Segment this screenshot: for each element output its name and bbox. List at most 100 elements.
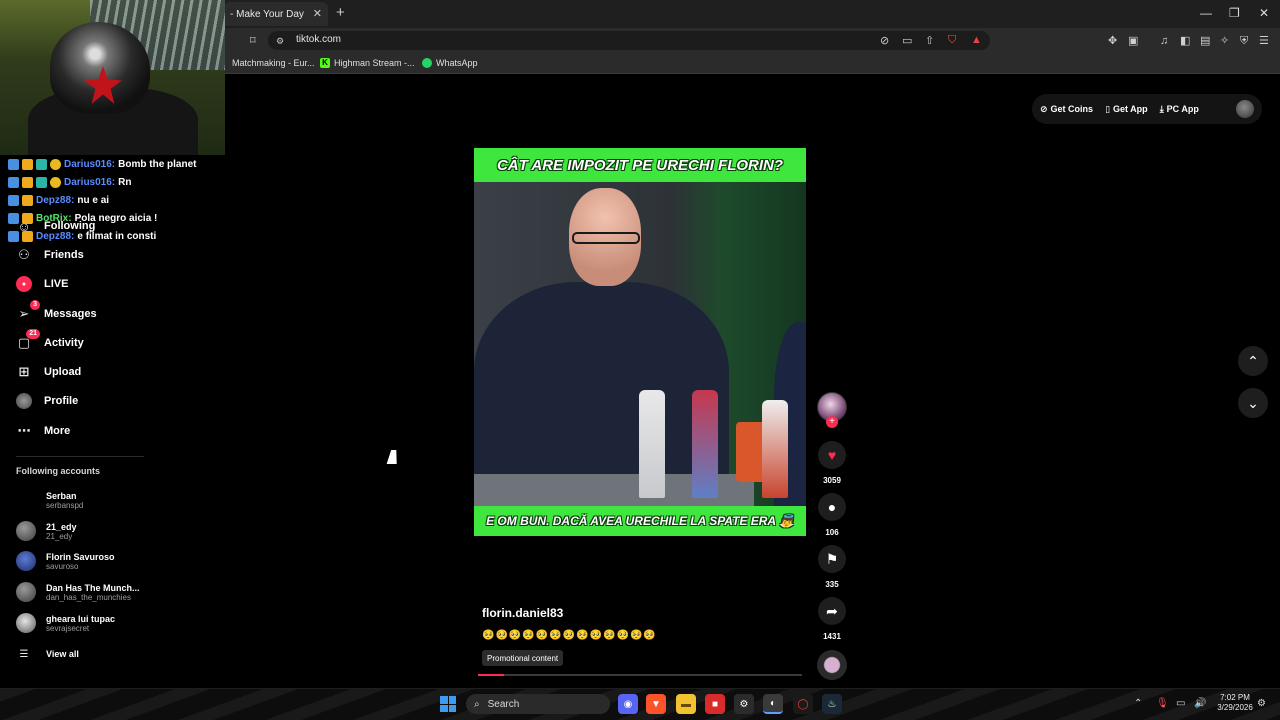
app-red-icon[interactable]: ■ xyxy=(705,694,725,714)
comment-button[interactable]: ● xyxy=(818,493,846,521)
share-icon[interactable]: ⇧ xyxy=(925,35,934,47)
following-account-dan-has-the-munchies[interactable]: Dan Has The Munch... dan_has_the_munchies xyxy=(16,579,140,605)
top-actions-bar: ⊘ Get Coins ▯ Get App ⤓ PC App xyxy=(1032,94,1262,124)
obs-icon[interactable]: ◐ xyxy=(763,694,783,714)
account-handle: savuroso xyxy=(46,561,79,571)
notifications-icon[interactable]: ⚙ xyxy=(1257,698,1266,709)
save-count: 335 xyxy=(825,580,839,589)
bookmark-icon[interactable]: ⌑ xyxy=(250,35,256,47)
save-button[interactable]: ⚑ xyxy=(818,545,846,573)
view-all-label: View all xyxy=(46,649,79,659)
previous-video-button[interactable]: ⌃ xyxy=(1238,346,1268,376)
following-account-21-edy[interactable]: 21_edy 21_edy xyxy=(16,518,77,544)
view-all-button[interactable]: ☰ View all xyxy=(16,644,79,664)
tab-close-icon[interactable]: ✕ xyxy=(313,7,322,20)
user-avatar[interactable] xyxy=(1236,100,1254,118)
chat-message: Darius016: Bomb the planet xyxy=(8,156,196,172)
taskbar-search[interactable]: ⌕ Search xyxy=(466,694,610,714)
video-frame xyxy=(474,182,806,512)
discord-icon[interactable]: ◉ xyxy=(618,694,638,714)
share-button[interactable]: ➦ xyxy=(818,597,846,625)
brave-rewards-icon[interactable]: ▲ xyxy=(971,34,982,46)
brave-icon[interactable]: ▼ xyxy=(646,694,666,714)
sidebar-item-live[interactable]: ● LIVE xyxy=(16,274,68,294)
minimize-button[interactable]: — xyxy=(1200,6,1212,20)
bookmark-label: Highman Stream -... xyxy=(334,58,415,68)
chat-badge-icon xyxy=(22,212,33,224)
tray-chevron-icon[interactable]: ⌃ xyxy=(1134,698,1142,709)
taskbar-clock[interactable]: 7:02 PM 3/29/2026 xyxy=(1212,693,1258,713)
video-bottle xyxy=(639,390,665,498)
avatar xyxy=(16,490,36,510)
sidebar-item-more[interactable]: ⋯ More xyxy=(16,421,71,441)
get-coins-button[interactable]: ⊘ Get Coins xyxy=(1040,104,1093,115)
extensions-icon[interactable]: ✥ xyxy=(1108,35,1117,47)
get-app-button[interactable]: ▯ Get App xyxy=(1105,104,1148,115)
chat-username: Depz88: xyxy=(36,230,75,242)
bookmark-icon: ⚑ xyxy=(825,550,839,567)
pc-app-button[interactable]: ⤓ PC App xyxy=(1160,104,1199,115)
file-explorer-icon[interactable]: ▬ xyxy=(676,694,696,714)
volume-icon[interactable]: 🔊 xyxy=(1194,698,1206,709)
app-gear-icon[interactable]: ⚙ xyxy=(734,694,754,714)
chat-badge-icon xyxy=(8,176,19,188)
sidebar-item-label: LIVE xyxy=(44,278,69,290)
following-account-savuroso[interactable]: Florin Savuroso savuroso xyxy=(16,548,115,574)
site-settings-icon[interactable]: ⚙ xyxy=(276,35,284,47)
chat-message: Depz88: e filmat in consti xyxy=(8,228,156,244)
close-window-button[interactable]: ✕ xyxy=(1259,6,1269,20)
video-bottle xyxy=(692,390,718,498)
vpn-icon[interactable]: ⛨ xyxy=(1240,35,1248,47)
messages-badge: 3 xyxy=(30,300,40,310)
bookmark-matchmaking[interactable]: Matchmaking - Eur... xyxy=(232,58,315,68)
following-account-sevrajsecret[interactable]: gheara lui tupac sevrajsecret xyxy=(16,610,115,636)
follow-plus-icon[interactable]: + xyxy=(826,416,838,428)
chat-badge-icon xyxy=(36,158,47,170)
chat-text: Rn xyxy=(118,176,132,188)
account-name: Dan Has The Munch... xyxy=(46,582,140,593)
sidebar-item-upload[interactable]: ⊞ Upload xyxy=(16,362,82,382)
sidebar-icon[interactable]: ◧ xyxy=(1180,35,1190,47)
menu-icon[interactable]: ☰ xyxy=(1259,35,1269,47)
no-tracking-icon[interactable]: ⊘ xyxy=(880,35,889,47)
sidebar-item-profile[interactable]: Profile xyxy=(16,391,78,411)
media-icon[interactable]: ♫ xyxy=(1160,35,1168,47)
chat-badge-icon xyxy=(50,158,61,170)
sidebar-item-messages[interactable]: ➢ 3 Messages xyxy=(16,300,97,324)
microphone-icon[interactable]: 🎙 xyxy=(1156,698,1169,709)
screenshot-icon[interactable]: ▣ xyxy=(1128,35,1138,47)
maximize-button[interactable]: ❐ xyxy=(1229,6,1240,20)
following-account-serban[interactable]: Serban serbanspd xyxy=(16,487,83,513)
start-button[interactable] xyxy=(440,696,456,712)
like-count: 3059 xyxy=(823,476,841,485)
network-icon[interactable]: ▭ xyxy=(1176,698,1185,709)
next-video-button[interactable]: ⌄ xyxy=(1238,388,1268,418)
bookmark-highman-stream[interactable]: K Highman Stream -... xyxy=(320,58,415,68)
share-arrow-icon: ➦ xyxy=(826,602,838,619)
cast-icon[interactable]: ▭ xyxy=(902,35,912,47)
video-bottom-banner: E OM BUN. DACĂ AVEA URECHILE LA SPATE ER… xyxy=(474,506,806,536)
streamer-helmet xyxy=(50,22,150,114)
steam-icon[interactable]: ♨ xyxy=(822,694,842,714)
video-author[interactable]: florin.daniel83 xyxy=(482,606,563,620)
brave-shield-icon[interactable]: ⛉ xyxy=(948,34,956,46)
opera-gx-icon[interactable]: ◯ xyxy=(793,694,813,714)
chat-badge-icon xyxy=(22,176,33,188)
comment-count: 106 xyxy=(825,528,839,537)
music-disc-icon[interactable] xyxy=(817,650,847,680)
url-text[interactable]: tiktok.com xyxy=(296,34,341,45)
upload-icon: ⊞ xyxy=(18,364,30,379)
chat-badge-icon xyxy=(8,194,19,206)
more-icon: ⋯ xyxy=(17,423,31,438)
video-progress-bar[interactable] xyxy=(478,674,802,676)
video-player[interactable]: CÂT ARE IMPOZIT PE URECHI FLORIN? E OM B… xyxy=(474,148,806,536)
sidebar-item-friends[interactable]: ⚇ Friends xyxy=(16,245,84,265)
bookmark-whatsapp[interactable]: WhatsApp xyxy=(422,58,478,68)
profile-icon xyxy=(16,393,32,409)
leo-ai-icon[interactable]: ✧ xyxy=(1220,35,1229,47)
browser-tab[interactable]: - Make Your Day ✕ xyxy=(224,2,328,26)
new-tab-button[interactable]: + xyxy=(336,5,345,21)
like-button[interactable]: ♥ xyxy=(818,441,846,469)
wallet-icon[interactable]: ▤ xyxy=(1200,35,1210,47)
sidebar-item-activity[interactable]: ▢ 21 Activity xyxy=(16,329,84,353)
